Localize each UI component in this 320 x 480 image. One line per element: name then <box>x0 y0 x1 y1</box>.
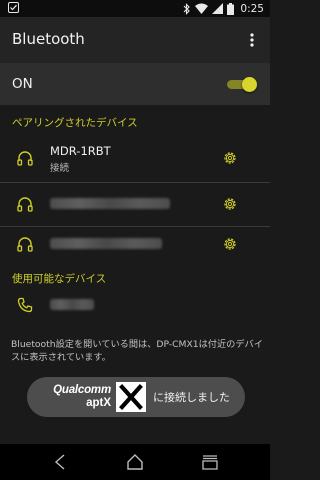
aptx-x-icon <box>116 382 146 412</box>
device-name: MDR-1RBT <box>50 144 111 158</box>
gear-icon[interactable] <box>222 150 238 166</box>
navigation-bar <box>0 444 270 480</box>
bluetooth-switch[interactable] <box>227 76 257 92</box>
paired-devices-header: ペアリングされたデバイス <box>12 117 138 129</box>
notification-check-icon <box>8 2 19 13</box>
headphones-icon <box>17 151 33 166</box>
obscured-device-name <box>50 238 162 249</box>
switch-thumb <box>242 77 257 92</box>
bluetooth-icon <box>184 2 191 15</box>
overflow-menu-icon <box>250 33 254 47</box>
overflow-menu-button[interactable] <box>242 28 262 52</box>
aptx-connected-toast: Qualcomm aptX に接続しました <box>27 377 245 417</box>
page-title: Bluetooth <box>12 30 85 48</box>
logo-line2: aptX <box>86 397 111 409</box>
phone-icon <box>17 297 33 313</box>
paired-device-item[interactable]: MDR-1RBT 接続 <box>0 137 270 181</box>
toast-message: に接続しました <box>153 391 230 404</box>
back-icon[interactable] <box>50 452 70 472</box>
recents-icon[interactable] <box>200 452 220 472</box>
home-icon[interactable] <box>125 452 145 472</box>
logo-line1: Qualcomm <box>53 384 111 396</box>
wifi-icon <box>195 3 209 14</box>
bluetooth-toggle-row[interactable]: ON <box>0 63 270 105</box>
status-bar: 0:25 <box>0 0 270 17</box>
gear-icon[interactable] <box>222 196 238 212</box>
gear-icon[interactable] <box>222 236 238 252</box>
app-bar: Bluetooth <box>0 17 270 63</box>
clock: 0:25 <box>240 2 264 15</box>
obscured-device-name <box>50 198 170 209</box>
headphones-icon <box>17 197 33 212</box>
visibility-note: Bluetooth設定を開いている間は、DP-CMX1は付近のデバイスに表示され… <box>11 339 263 363</box>
paired-device-item[interactable] <box>0 223 270 267</box>
device-status: 接続 <box>50 163 70 174</box>
battery-icon <box>227 2 235 15</box>
available-device-item[interactable] <box>0 284 270 328</box>
qualcomm-aptx-logo: Qualcomm aptX <box>37 383 113 411</box>
toggle-label: ON <box>12 76 33 92</box>
obscured-device-name <box>50 299 94 310</box>
paired-device-item[interactable] <box>0 183 270 227</box>
signal-icon <box>212 3 224 14</box>
headphones-icon <box>17 237 33 252</box>
